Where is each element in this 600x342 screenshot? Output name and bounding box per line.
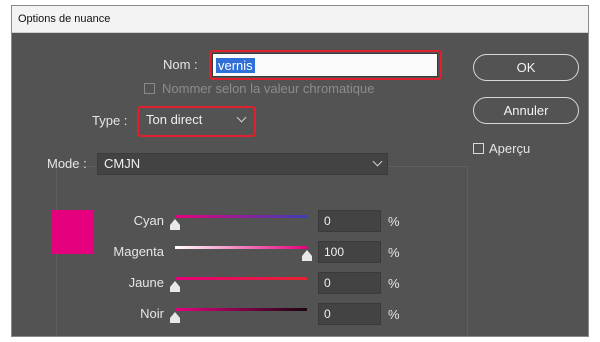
apercu-label: Aperçu	[489, 141, 531, 156]
apercu-checkbox[interactable]	[473, 143, 484, 154]
name-by-value-label: Nommer selon la valeur chromatique	[162, 81, 375, 96]
magenta-label: Magenta	[113, 244, 164, 259]
noir-slider-track[interactable]	[175, 308, 307, 311]
ok-button[interactable]: OK	[473, 54, 579, 81]
cyan-slider-track[interactable]	[175, 215, 307, 218]
mode-value: CMJN	[104, 156, 141, 171]
window-title: Options de nuance	[18, 13, 111, 25]
noir-value-field[interactable]: 0	[318, 303, 381, 325]
chevron-down-icon	[372, 156, 383, 167]
noir-percent: %	[388, 307, 400, 322]
cyan-label: Cyan	[133, 213, 164, 228]
jaune-value-field[interactable]: 0	[318, 272, 381, 294]
nom-highlight	[209, 50, 442, 80]
cancel-button[interactable]: Annuler	[473, 97, 579, 124]
magenta-slider-track[interactable]	[175, 246, 307, 249]
type-label: Type :	[92, 113, 128, 128]
jaune-slider-track[interactable]	[175, 277, 307, 280]
title-bar: Options de nuance	[12, 6, 588, 33]
mode-dropdown[interactable]: CMJN	[97, 153, 388, 175]
cyan-value-field[interactable]: 0	[318, 210, 381, 232]
jaune-percent: %	[388, 276, 400, 291]
magenta-value-field[interactable]: 100	[318, 241, 381, 263]
cyan-percent: %	[388, 214, 400, 229]
magenta-percent: %	[388, 245, 400, 260]
type-highlight	[137, 106, 256, 137]
nom-label: Nom :	[163, 57, 198, 72]
jaune-label: Jaune	[128, 275, 164, 290]
noir-label: Noir	[140, 306, 164, 321]
name-by-value-checkbox[interactable]	[144, 83, 155, 94]
mode-label: Mode :	[47, 156, 87, 171]
swatch-options-dialog: Options de nuance Nom : vernis Nommer se…	[11, 5, 589, 337]
